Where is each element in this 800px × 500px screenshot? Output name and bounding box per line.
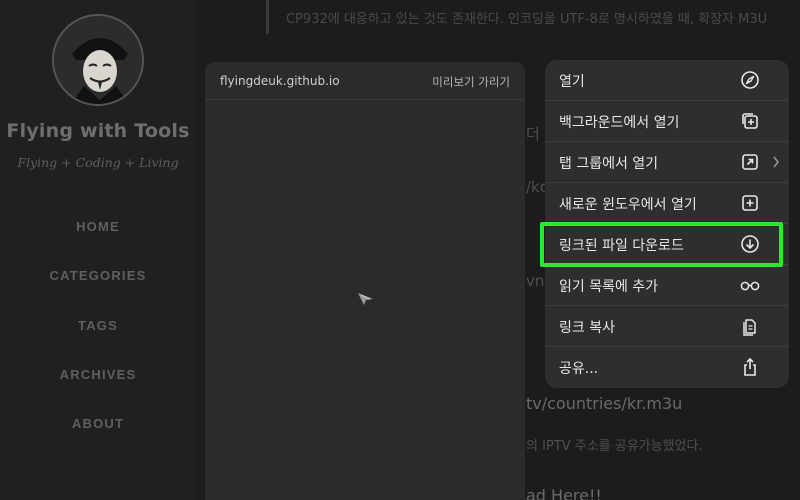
menu-item-add-reading-list[interactable]: 읽기 목록에 추가	[545, 265, 789, 306]
pointer-icon	[358, 293, 373, 305]
preview-header: flyingdeuk.github.io 미리보기 가리기	[205, 62, 525, 100]
blockquote-bar	[266, 0, 269, 34]
article-link[interactable]: ad Here!!	[526, 486, 602, 500]
menu-item-label: 탭 그룹에서 열기	[559, 156, 659, 172]
menu-item-open-background[interactable]: 백그라운드에서 열기	[545, 101, 789, 142]
background-tab-icon	[742, 113, 758, 129]
menu-item-open-tab-group[interactable]: 탭 그룹에서 열기	[545, 142, 789, 183]
menu-item-open[interactable]: 열기	[545, 60, 789, 101]
menu-item-label: 공유...	[559, 361, 599, 377]
highlight-box	[540, 222, 783, 267]
nav-about[interactable]: ABOUT	[0, 416, 196, 431]
glasses-icon	[740, 281, 760, 291]
chevron-right-icon	[773, 156, 779, 168]
menu-item-copy-link[interactable]: 링크 복사	[545, 306, 789, 347]
share-icon	[744, 357, 756, 376]
menu-item-open-new-window[interactable]: 새로운 윈도우에서 열기	[545, 183, 789, 224]
compass-icon	[741, 71, 759, 89]
anonymous-mask-icon	[54, 16, 142, 104]
nav-categories[interactable]: CATEGORIES	[0, 268, 196, 283]
tab-group-icon	[742, 154, 758, 170]
blockquote-text: CP932에 대응하고 있는 것도 존재한다. 인코딩을 UTF-8로 명시하였…	[286, 12, 768, 27]
nav-home[interactable]: HOME	[0, 219, 196, 234]
new-window-icon	[742, 195, 758, 211]
link-preview[interactable]: flyingdeuk.github.io 미리보기 가리기	[205, 62, 525, 500]
copy-icon	[743, 319, 756, 336]
nav-tags[interactable]: TAGS	[0, 318, 196, 333]
avatar[interactable]	[52, 14, 144, 106]
menu-item-share[interactable]: 공유...	[545, 347, 789, 388]
menu-item-label: 새로운 윈도우에서 열기	[559, 197, 697, 213]
menu-item-label: 백그라운드에서 열기	[559, 115, 680, 131]
site-title[interactable]: Flying with Tools	[0, 120, 196, 142]
article-fragment: 의 IPTV 주소를 공유가능했었다.	[526, 439, 703, 454]
hide-preview-button[interactable]: 미리보기 가리기	[432, 74, 510, 90]
preview-url: flyingdeuk.github.io	[220, 74, 340, 88]
menu-item-label: 읽기 목록에 추가	[559, 279, 659, 295]
article-link[interactable]: tv/countries/kr.m3u	[526, 394, 682, 413]
menu-item-label: 링크 복사	[559, 320, 615, 336]
menu-item-label: 열기	[559, 74, 585, 90]
site-subtitle: Flying + Coding + Living	[17, 155, 179, 170]
nav-archives[interactable]: ARCHIVES	[0, 367, 196, 382]
sidebar: Flying with Tools Flying + Coding + Livi…	[0, 0, 196, 500]
